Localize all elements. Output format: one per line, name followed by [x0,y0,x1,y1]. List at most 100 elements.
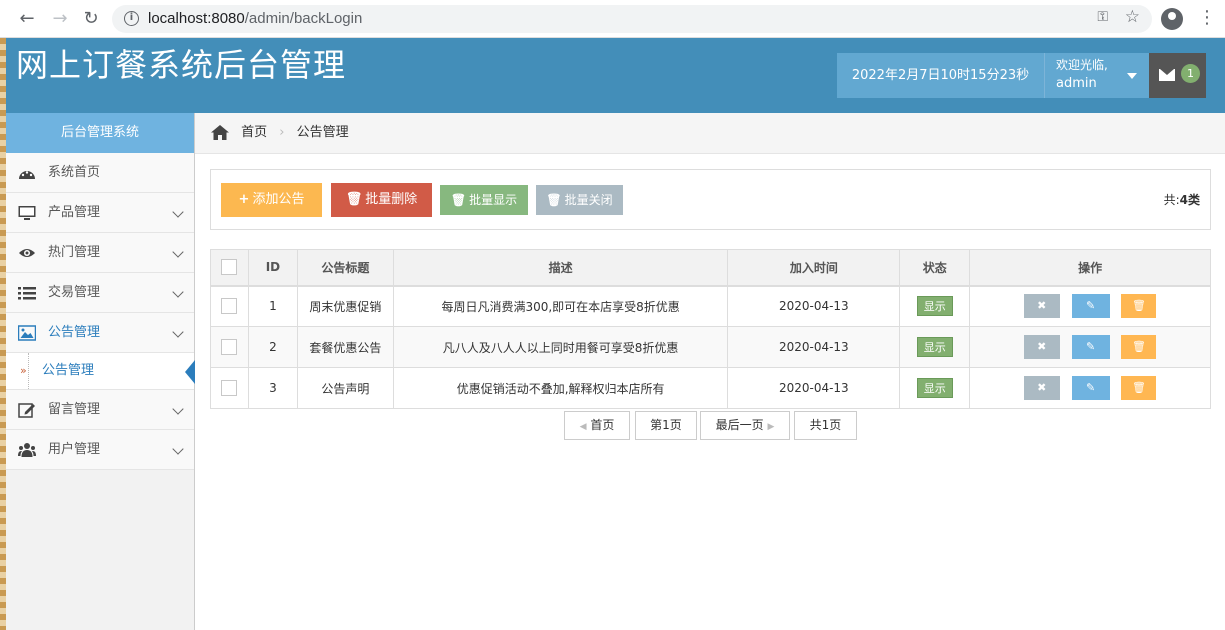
messages-button[interactable]: 1 [1149,53,1206,98]
column-header-id: ID [247,249,298,287]
desktop-icon [18,206,36,220]
delete-button[interactable]: 🗑 [1121,376,1157,400]
cell-title: 公告声明 [296,367,394,409]
sidebar-item-users[interactable]: 用户管理 [6,430,194,470]
forward-arrow-icon[interactable]: → [50,9,70,29]
cell-time: 2020-04-13 [727,326,901,368]
sidebar-item-home[interactable]: 系统首页 [6,153,194,193]
sidebar-item-messages[interactable]: 留言管理 [6,390,194,430]
browser-toolbar: ← → ↻ i localhost:8080/admin/backLogin ⚿… [0,0,1225,38]
cell-id: 2 [247,326,298,368]
batch-delete-button[interactable]: 🗑 批量删除 [331,183,432,217]
breadcrumb: 首页 › 公告管理 [195,113,1225,154]
close-button[interactable]: ✖ [1023,335,1060,359]
cell-description: 凡八人及八人人以上同时用餐可享受8折优惠 [392,326,729,368]
sidebar-item-popular[interactable]: 热门管理 [6,233,194,273]
column-header-time: 加入时间 [727,249,901,287]
star-icon[interactable]: ☆ [1125,7,1140,27]
cell-id: 3 [247,367,298,409]
breadcrumb-current: 公告管理 [296,125,349,140]
add-announcement-button[interactable]: + 添加公告 [221,183,322,217]
reload-icon[interactable]: ↻ [81,9,101,29]
cell-actions: ✖ ✎ 🗑 [969,326,1211,368]
table-header-row: ID 公告标题 描述 加入时间 状态 操作 [210,249,1211,287]
table-row: 3 公告声明 优惠促销活动不叠加,解释权归本店所有 2020-04-13 显示 … [210,367,1211,409]
key-icon[interactable]: ⚿ [1097,9,1108,25]
url-text[interactable]: localhost:8080/admin/backLogin [148,10,362,27]
close-button[interactable]: ✖ [1023,376,1060,400]
cell-actions: ✖ ✎ 🗑 [969,285,1211,327]
breadcrumb-separator: › [279,125,285,140]
edit-icon: ✎ [1085,299,1096,313]
close-button[interactable]: ✖ [1023,294,1060,319]
batch-show-button[interactable]: 🗑 批量显示 [440,185,528,215]
edit-button[interactable]: ✎ [1071,294,1110,319]
sidebar-item-label: 留言管理 [48,402,101,417]
info-icon[interactable]: i [124,11,139,26]
delete-button[interactable]: 🗑 [1121,335,1157,359]
sidebar-subitem-label: 公告管理 [42,363,95,378]
status-badge[interactable]: 显示 [916,337,953,357]
url-host: localhost:8080 [148,10,245,27]
sidebar-item-label: 热门管理 [48,245,101,260]
welcome-text: 欢迎光临, [1056,58,1108,72]
select-all-cell [210,249,249,287]
active-indicator [185,360,195,384]
user-menu[interactable]: 欢迎光临, admin [1044,53,1149,98]
message-count-badge: 1 [1181,64,1200,83]
sidebar-item-transactions[interactable]: 交易管理 [6,273,194,313]
url-path: /admin/backLogin [244,10,363,27]
picture-icon [18,325,36,341]
status-badge[interactable]: 显示 [916,378,953,398]
app-header: 网上订餐系统后台管理 2022年2月7日10时15分23秒 欢迎光临, admi… [6,38,1225,113]
table-row: 2 套餐优惠公告 凡八人及八人人以上同时用餐可享受8折优惠 2020-04-13… [210,326,1211,368]
edit-button[interactable]: ✎ [1071,376,1110,400]
chevron-down-icon [172,206,184,218]
address-bar[interactable]: i localhost:8080/admin/backLogin ⚿ ☆ [112,5,1152,33]
back-arrow-icon[interactable]: ← [17,9,37,29]
edit-button[interactable]: ✎ [1071,335,1110,359]
status-badge[interactable]: 显示 [916,296,953,317]
pager-current-page[interactable]: 第1页 [635,411,697,440]
trash-icon: 🗑 [1131,299,1146,313]
chevron-down-icon [172,286,184,298]
sidebar-header: 后台管理系统 [6,113,194,153]
pager-last-button[interactable]: 最后一页 ▶ [700,411,790,440]
row-checkbox[interactable] [221,339,238,355]
batch-close-button[interactable]: 🗑 批量关闭 [536,185,623,215]
sidebar-item-label: 交易管理 [48,285,101,300]
plus-icon: + [238,192,250,207]
sidebar-item-label: 系统首页 [48,165,101,180]
pager-first-button[interactable]: ◀ 首页 [564,411,630,440]
trash-icon: 🗑 [450,193,467,207]
select-all-checkbox[interactable] [221,259,238,276]
trash-icon: 🗑 [546,193,562,207]
users-icon [18,443,36,457]
current-datetime: 2022年2月7日10时15分23秒 [837,53,1044,98]
cell-time: 2020-04-13 [727,285,901,327]
close-icon: ✖ [1037,299,1047,313]
sidebar-item-label: 公告管理 [48,325,101,340]
add-announcement-label: 添加公告 [252,192,305,207]
profile-avatar-icon[interactable] [1161,8,1183,30]
cell-description: 每周日凡消费满300,即可在本店享受8折优惠 [392,285,729,327]
delete-button[interactable]: 🗑 [1121,294,1157,319]
close-icon: ✖ [1037,381,1047,394]
sidebar-subitem-announcement-manage[interactable]: » 公告管理 [6,353,195,390]
caret-down-icon [1127,73,1137,79]
edit-icon [18,403,35,418]
total-count: 共:4类 [1164,191,1200,208]
sidebar-item-announcements[interactable]: 公告管理 [6,313,194,353]
sidebar-item-products[interactable]: 产品管理 [6,193,194,233]
cell-time: 2020-04-13 [727,367,901,409]
app-title: 网上订餐系统后台管理 [16,46,347,84]
row-checkbox[interactable] [221,380,238,396]
cell-title: 周末优惠促销 [296,285,394,327]
column-header-actions: 操作 [969,249,1211,287]
eye-icon [19,249,35,257]
breadcrumb-home-link[interactable]: 首页 [241,125,267,140]
sidebar-item-label: 用户管理 [48,442,101,457]
menu-dots-icon[interactable]: ⋮ [1198,6,1216,27]
cell-id: 1 [247,285,298,327]
row-checkbox[interactable] [221,298,238,315]
